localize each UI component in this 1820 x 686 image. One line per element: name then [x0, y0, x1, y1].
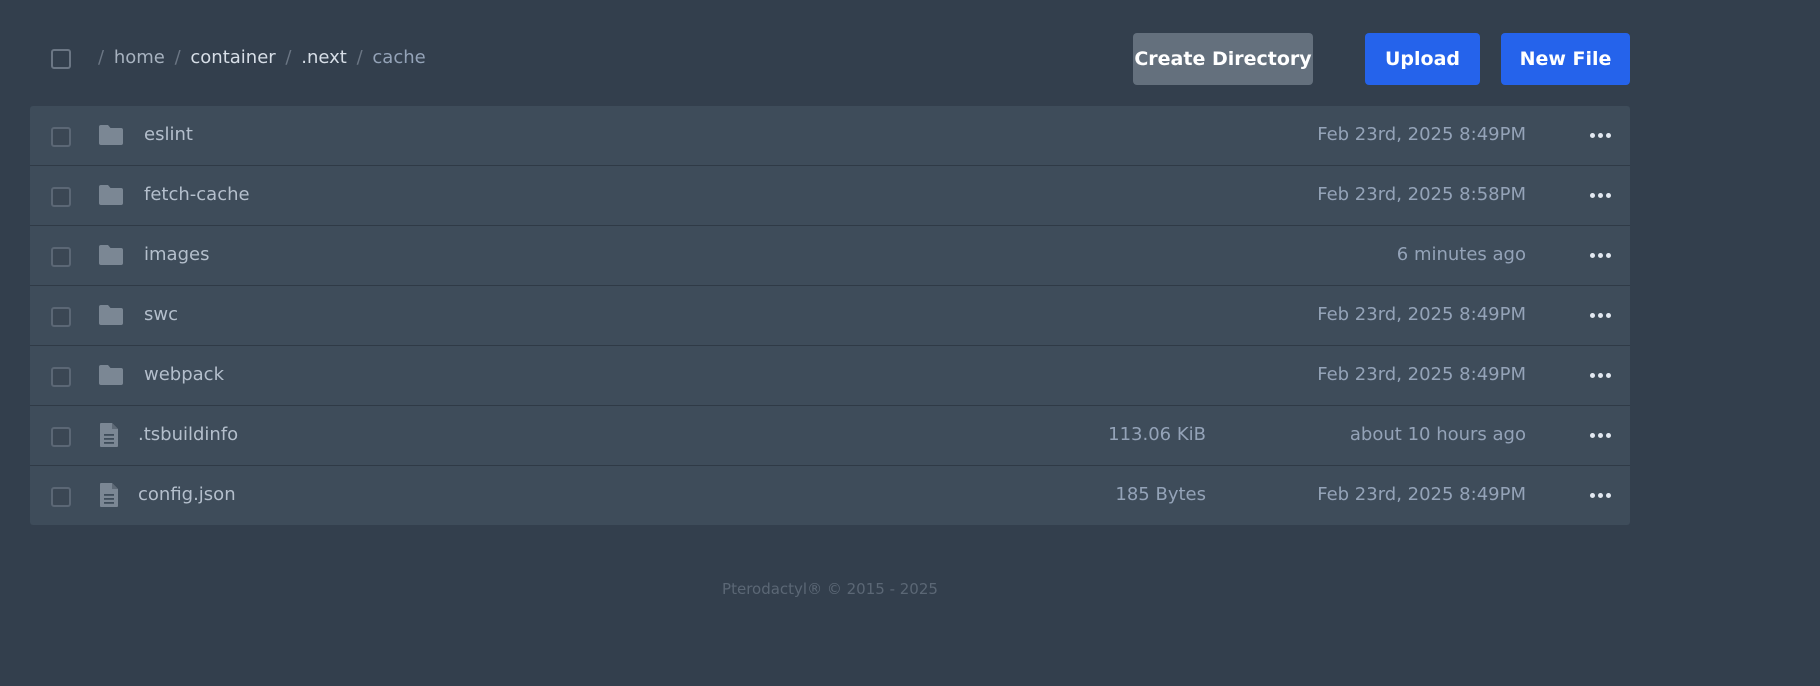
row-checkbox[interactable] [51, 187, 71, 207]
more-horizontal-icon[interactable] [1584, 301, 1616, 329]
file-row[interactable]: config.json 185 Bytes Feb 23rd, 2025 8:4… [30, 466, 1630, 525]
breadcrumb-item-next[interactable]: .next [301, 47, 347, 68]
file-name[interactable]: webpack [144, 364, 224, 385]
file-modified: about 10 hours ago [1349, 424, 1526, 445]
row-checkbox[interactable] [51, 487, 71, 507]
file-size: 113.06 KiB [1108, 424, 1206, 445]
file-name[interactable]: eslint [144, 124, 193, 145]
more-horizontal-icon[interactable] [1584, 421, 1616, 449]
breadcrumb: / home / container / .next / cache [94, 47, 426, 68]
create-directory-button[interactable]: Create Directory [1133, 33, 1313, 85]
row-checkbox[interactable] [51, 367, 71, 387]
breadcrumb-item-home[interactable]: home [114, 47, 165, 68]
more-horizontal-icon[interactable] [1584, 121, 1616, 149]
file-modified: 6 minutes ago [1396, 244, 1526, 265]
more-horizontal-icon[interactable] [1584, 481, 1616, 509]
file-modified: Feb 23rd, 2025 8:49PM [1317, 124, 1526, 145]
file-row[interactable]: images 6 minutes ago [30, 226, 1630, 286]
row-checkbox[interactable] [51, 127, 71, 147]
row-checkbox[interactable] [51, 247, 71, 267]
file-size: 185 Bytes [1115, 484, 1206, 505]
folder-icon [99, 305, 123, 325]
file-text-icon [100, 483, 118, 507]
upload-button[interactable]: Upload [1365, 33, 1480, 85]
file-name[interactable]: images [144, 244, 209, 265]
folder-icon [99, 125, 123, 145]
more-horizontal-icon[interactable] [1584, 361, 1616, 389]
folder-icon [99, 245, 123, 265]
file-row[interactable]: eslint Feb 23rd, 2025 8:49PM [30, 106, 1630, 166]
more-horizontal-icon[interactable] [1584, 181, 1616, 209]
file-modified: Feb 23rd, 2025 8:49PM [1317, 364, 1526, 385]
file-manager: / home / container / .next / cache Creat… [30, 0, 1630, 598]
file-modified: Feb 23rd, 2025 8:49PM [1317, 484, 1526, 505]
file-modified: Feb 23rd, 2025 8:58PM [1317, 184, 1526, 205]
row-checkbox[interactable] [51, 307, 71, 327]
breadcrumb-item-current: cache [372, 47, 426, 68]
breadcrumb-separator: / [285, 47, 292, 68]
breadcrumb-separator: / [98, 47, 105, 68]
file-list: eslint Feb 23rd, 2025 8:49PM fetch-cache… [30, 106, 1630, 525]
folder-icon [99, 365, 123, 385]
file-row[interactable]: swc Feb 23rd, 2025 8:49PM [30, 286, 1630, 346]
file-name[interactable]: swc [144, 304, 178, 325]
file-text-icon [100, 423, 118, 447]
row-checkbox[interactable] [51, 427, 71, 447]
file-name[interactable]: config.json [138, 484, 236, 505]
folder-icon [99, 185, 123, 205]
more-horizontal-icon[interactable] [1584, 241, 1616, 269]
file-name[interactable]: .tsbuildinfo [138, 424, 238, 445]
footer-copyright: Pterodactyl® © 2015 - 2025 [722, 580, 938, 598]
file-row[interactable]: webpack Feb 23rd, 2025 8:49PM [30, 346, 1630, 406]
breadcrumb-separator: / [356, 47, 363, 68]
file-manager-header: / home / container / .next / cache Creat… [30, 0, 1630, 106]
new-file-button[interactable]: New File [1501, 33, 1630, 85]
breadcrumb-item-container[interactable]: container [190, 47, 275, 68]
file-row[interactable]: .tsbuildinfo 113.06 KiB about 10 hours a… [30, 406, 1630, 466]
file-row[interactable]: fetch-cache Feb 23rd, 2025 8:58PM [30, 166, 1630, 226]
select-all-checkbox[interactable] [51, 49, 71, 69]
breadcrumb-separator: / [174, 47, 181, 68]
file-name[interactable]: fetch-cache [144, 184, 250, 205]
file-modified: Feb 23rd, 2025 8:49PM [1317, 304, 1526, 325]
